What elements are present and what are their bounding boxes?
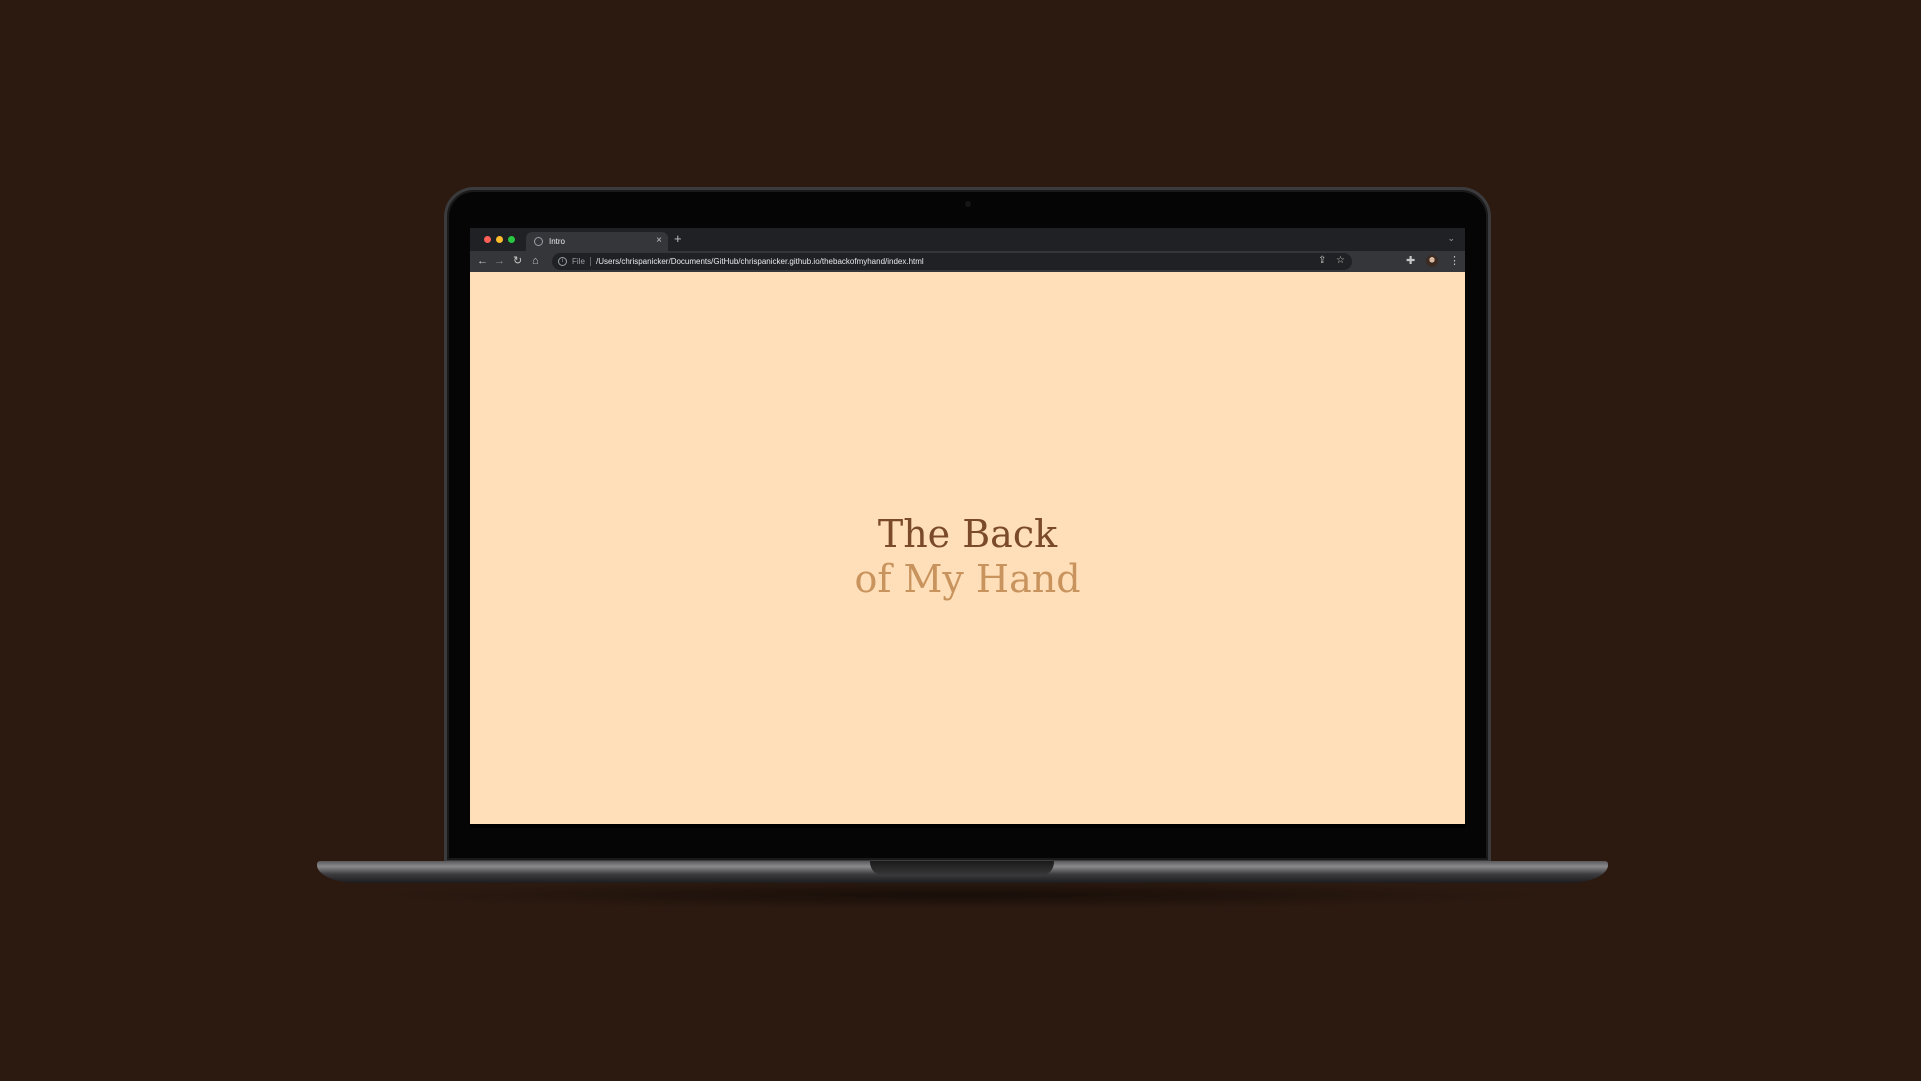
divider: [590, 257, 591, 266]
tab-intro[interactable]: Intro ×: [526, 232, 668, 251]
menu-icon[interactable]: ⋮: [1449, 254, 1460, 268]
globe-icon: [534, 237, 543, 246]
maximize-window-button[interactable]: [508, 236, 515, 243]
bookmark-star-icon[interactable]: ☆: [1336, 255, 1345, 266]
extensions-icon[interactable]: ✚: [1406, 254, 1415, 268]
lid-notch: [870, 861, 1054, 876]
home-icon[interactable]: ⌂: [532, 254, 539, 268]
avatar[interactable]: [1426, 255, 1438, 267]
forward-icon[interactable]: →: [494, 254, 505, 268]
toolbar: ← → ↻ ⌂ i File /Users/chrispanicker/Docu…: [470, 251, 1465, 272]
url-text[interactable]: /Users/chrispanicker/Documents/GitHub/ch…: [596, 257, 924, 266]
reload-icon[interactable]: ↻: [513, 254, 522, 268]
camera: [964, 201, 971, 207]
browser-window: Intro × + ⌄ ← → ↻ ⌂ i File /Users/chrisp…: [470, 228, 1465, 828]
chevron-down-icon[interactable]: ⌄: [1447, 233, 1455, 244]
laptop-base: [317, 861, 1608, 883]
file-label: File: [572, 257, 585, 266]
page-title: The Back of My Hand: [470, 512, 1465, 602]
address-bar[interactable]: i File /Users/chrispanicker/Documents/Gi…: [552, 253, 1352, 270]
close-window-button[interactable]: [484, 236, 491, 243]
info-icon[interactable]: i: [558, 257, 567, 266]
tab-close-button[interactable]: ×: [656, 235, 662, 246]
tab-bar: Intro × + ⌄: [470, 228, 1465, 251]
back-icon[interactable]: ←: [477, 254, 488, 268]
title-line-2: of My Hand: [854, 557, 1081, 601]
page-content: The Back of My Hand: [470, 272, 1465, 824]
new-tab-button[interactable]: +: [674, 231, 682, 246]
laptop-shadow: [360, 880, 1565, 910]
minimize-window-button[interactable]: [496, 236, 503, 243]
share-icon[interactable]: ⇪: [1318, 255, 1326, 266]
tab-title: Intro: [549, 237, 566, 246]
title-line-1: The Back: [877, 512, 1058, 556]
